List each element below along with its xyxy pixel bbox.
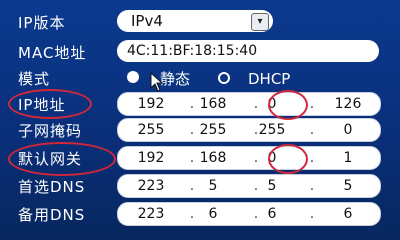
mask-octet-1[interactable]: 255 — [130, 119, 172, 141]
mac-value: 4C:11:BF:18:15:40 — [127, 43, 258, 59]
dns2-dot-3: . — [309, 206, 315, 222]
ip-octet-2[interactable]: 168 — [192, 93, 234, 115]
ip-octet-1[interactable]: 192 — [130, 93, 172, 115]
dns1-octet-1[interactable]: 223 — [130, 175, 172, 197]
mouse-pointer-icon — [150, 72, 164, 92]
dns1-octet-4[interactable]: 5 — [327, 175, 369, 197]
mode-label: 模式 — [18, 70, 51, 88]
dns1-label: 首选DNS — [18, 178, 86, 196]
ip-version-row: IP版本 IPv4 ▾ — [0, 10, 400, 36]
dns2-field[interactable]: 223 . 6 . 6 . 6 — [117, 202, 381, 226]
gateway-octet-2[interactable]: 168 — [192, 147, 234, 169]
dns1-dot-3: . — [309, 178, 315, 194]
mac-row: MAC地址 4C:11:BF:18:15:40 — [0, 40, 400, 66]
dns2-octet-4[interactable]: 6 — [327, 203, 369, 225]
ip-version-select[interactable]: IPv4 ▾ — [117, 10, 273, 32]
dns1-field[interactable]: 223 . 5 . 5 . 5 — [117, 174, 381, 198]
mask-octet-3[interactable]: 255 — [251, 119, 293, 141]
mask-dot-3: . — [309, 122, 315, 138]
dns2-octet-3[interactable]: 6 — [251, 203, 293, 225]
mask-octet-4[interactable]: 0 — [327, 119, 369, 141]
ip-dot-3: . — [309, 96, 315, 112]
static-radio[interactable] — [127, 71, 139, 83]
annotation-circle-ip-octet — [268, 90, 308, 120]
dhcp-radio[interactable] — [218, 72, 230, 84]
mask-field[interactable]: 255 . 255 . 255 . 0 — [117, 118, 381, 142]
annotation-circle-gateway-octet — [268, 144, 308, 174]
ip-octet-4[interactable]: 126 — [327, 93, 369, 115]
gateway-octet-1[interactable]: 192 — [130, 147, 172, 169]
mask-row: 子网掩码 255 . 255 . 255 . 0 — [0, 118, 400, 144]
gateway-field[interactable]: 192 . 168 . 0 . 1 — [117, 146, 381, 170]
dns2-label: 备用DNS — [18, 206, 86, 224]
dns1-octet-2[interactable]: 5 — [192, 175, 234, 197]
mac-label: MAC地址 — [18, 44, 87, 62]
mode-row: 模式 静态 DHCP — [0, 66, 400, 92]
annotation-circle-ip-label — [8, 89, 92, 119]
dns2-row: 备用DNS 223 . 6 . 6 . 6 — [0, 202, 400, 228]
dns2-octet-2[interactable]: 6 — [192, 203, 234, 225]
chevron-down-icon[interactable]: ▾ — [251, 13, 269, 31]
gateway-dot-3: . — [309, 150, 315, 166]
dns1-octet-3[interactable]: 5 — [251, 175, 293, 197]
ip-version-label: IP版本 — [18, 14, 66, 32]
ip-field[interactable]: 192 . 168 . 0 . 126 — [117, 92, 381, 116]
annotation-circle-gateway-label — [8, 142, 116, 176]
mask-octet-2[interactable]: 255 — [192, 119, 234, 141]
dhcp-radio-label[interactable]: DHCP — [248, 68, 290, 90]
ip-version-value: IPv4 — [131, 12, 163, 30]
static-radio-label[interactable]: 静态 — [160, 68, 190, 90]
dns2-octet-1[interactable]: 223 — [130, 203, 172, 225]
gateway-octet-4[interactable]: 1 — [327, 147, 369, 169]
dns1-row: 首选DNS 223 . 5 . 5 . 5 — [0, 174, 400, 200]
mac-field: 4C:11:BF:18:15:40 — [117, 40, 379, 62]
mask-label: 子网掩码 — [18, 122, 83, 140]
network-settings-screen: IP版本 IPv4 ▾ MAC地址 4C:11:BF:18:15:40 模式 静… — [0, 0, 400, 240]
